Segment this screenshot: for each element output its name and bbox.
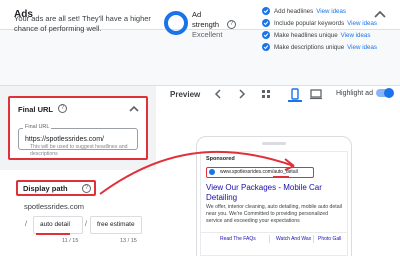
highlight-ad-label: Highlight ad [336,90,373,97]
check-circle-icon [262,19,270,27]
suggestion-text: Add headlines [274,8,314,15]
sponsored-label: Sponsored [206,156,235,162]
ad-headline[interactable]: View Our Packages - Mobile Car Detailing [206,183,344,203]
view-ideas-link[interactable]: View ideas [347,44,377,51]
sitelink[interactable]: Watch And Wax [276,236,311,242]
path1-char-count: 11 / 15 [62,238,79,244]
url-path-underline [273,176,289,178]
mobile-icon[interactable] [289,88,301,100]
check-circle-icon [262,43,270,51]
help-icon[interactable]: ? [82,184,91,193]
display-domain: spotlessrides.com [24,202,85,211]
final-url-hint: This will be used to suggest headlines a… [30,144,128,157]
highlight-ad-toggle[interactable] [376,88,394,98]
path-separator: / [85,221,87,228]
ad-display-url-text: www.spotlessrides.com/auto_detail [220,169,298,175]
suggestion-text: Make descriptions unique [274,44,345,51]
path1-value: auto detail [40,221,70,228]
chevron-up-icon[interactable] [128,103,140,115]
sitelink-divider [269,235,270,243]
path2-input[interactable]: free estimate [90,216,142,234]
globe-icon [209,169,215,175]
path-separator: / [25,221,27,228]
final-url-field-label: Final URL [23,124,52,130]
sitelink[interactable]: Read The FAQs [220,236,256,242]
final-url-title: Final URL [18,105,53,114]
suggestion-text: Include popular keywords [274,20,345,27]
preview-title: Preview [170,90,201,99]
path1-highlight-underline [36,233,70,235]
sitelink-divider [313,235,314,243]
view-ideas-link[interactable]: View ideas [316,8,346,15]
help-icon[interactable]: ? [227,20,236,29]
ads-panel: Ads Your ads are all set! They'll have a… [0,0,400,256]
final-url-value: https://spotlessrides.com/ [25,136,104,143]
display-path-title: Display path [23,184,68,193]
chevron-left-icon[interactable] [212,88,224,100]
help-icon[interactable]: ? [58,104,67,113]
check-circle-icon [262,31,270,39]
chevron-right-icon[interactable] [236,88,248,100]
view-ideas-link[interactable]: View ideas [347,20,377,27]
strength-label: strength [192,20,220,29]
path2-char-count: 13 / 15 [120,238,137,244]
ad-display-url: www.spotlessrides.com/auto_detail [206,167,314,178]
suggestion-text: Make headlines unique [274,32,338,39]
view-ideas-link[interactable]: View ideas [341,32,371,39]
ad-strength-ring [164,11,188,35]
strength-value: Excellent [192,30,223,39]
path1-input[interactable]: auto detail [33,216,83,234]
check-circle-icon [262,7,270,15]
ad-description: We offer, interior cleaning, auto detail… [206,204,342,224]
sitelink[interactable]: Photo Gall [318,236,341,242]
path2-value: free estimate [97,221,135,228]
desktop-icon[interactable] [310,88,322,100]
phone-speaker [262,142,286,145]
grid-icon[interactable] [260,88,272,100]
ad-sitelinks: Read The FAQs Watch And Wax Photo Gall [200,232,348,244]
strength-label-ad: Ad [192,10,202,19]
summary-message: Your ads are all set! They'll have a hig… [14,14,151,33]
